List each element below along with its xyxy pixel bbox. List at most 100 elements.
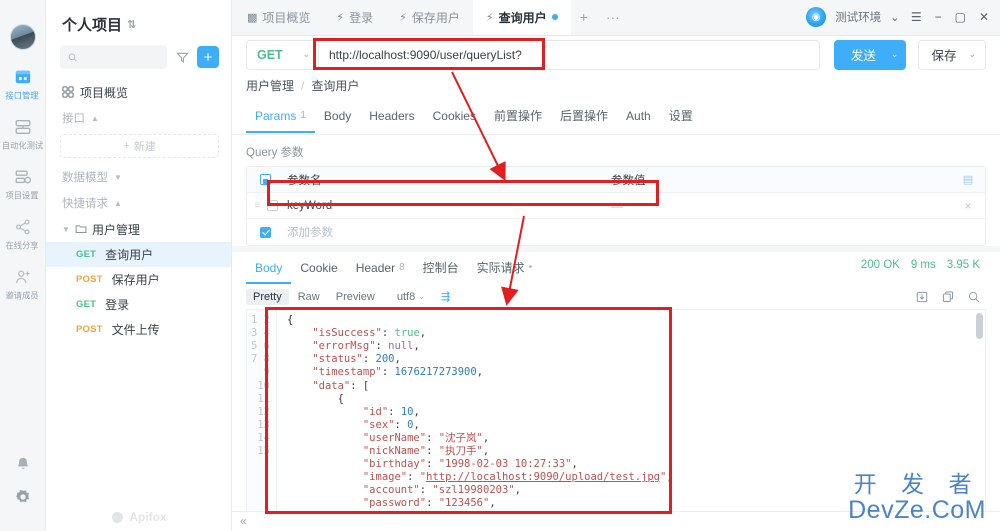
sidebar-api-save-user[interactable]: POST 保存用户	[46, 267, 231, 292]
save-button[interactable]: 保存 ⌄	[918, 39, 986, 70]
rail-item-automation-test[interactable]: 自动化测试	[0, 118, 46, 152]
footer-bar: «	[232, 510, 1000, 531]
delete-param-button[interactable]: ×	[951, 199, 985, 213]
response-tab-header[interactable]: Header 8	[347, 254, 414, 284]
search-input[interactable]	[82, 51, 159, 63]
filter-icon	[175, 52, 189, 63]
http-method-select[interactable]: GET ⌄	[246, 39, 318, 70]
bulk-edit-cell: ▤	[951, 173, 985, 186]
response-body-code[interactable]: 1 2 3 4 5 6 7 8 9 10 11 12 13 14 15 { "i…	[246, 309, 986, 511]
chevron-down-icon: ⌄	[302, 49, 310, 60]
table-row[interactable]: ≡ keyWord — ×	[247, 193, 985, 220]
send-label: 发送	[850, 49, 876, 64]
chevron-down-icon[interactable]: ⌄	[890, 10, 900, 24]
param-value-cell[interactable]: —	[603, 199, 951, 213]
add-param-placeholder[interactable]: 添加参数	[283, 224, 603, 240]
sidebar-folder-user-management[interactable]: ▼ 用户管理	[46, 216, 231, 242]
rail-item-api-management[interactable]: 接口管理	[0, 68, 46, 102]
chevron-down-icon: ▼	[114, 172, 122, 182]
tab-label: Params	[255, 108, 297, 123]
tab-settings[interactable]: 设置	[660, 100, 702, 134]
format-pretty[interactable]: Pretty	[246, 288, 289, 305]
send-button[interactable]: 发送 ⌄	[833, 39, 907, 70]
tab-more-button[interactable]: ···	[597, 0, 629, 35]
search-icon[interactable]	[968, 291, 980, 303]
tab-pre-operation[interactable]: 前置操作	[485, 100, 551, 134]
chevron-down-icon: ⌄	[418, 292, 425, 302]
format-preview[interactable]: Preview	[329, 289, 382, 305]
word-wrap-icon[interactable]: ⇶	[434, 288, 457, 305]
tab-save-user[interactable]: ⚡ 保存用户	[386, 0, 473, 35]
table-add-row[interactable]: 添加参数	[247, 219, 985, 245]
rail-item-notifications[interactable]	[0, 455, 46, 476]
folder-icon	[75, 225, 87, 234]
encoding-select[interactable]: utf8 ⌄	[390, 289, 432, 305]
environment-icon[interactable]: ◉	[806, 7, 827, 27]
tab-params[interactable]: Params 1	[246, 102, 315, 133]
add-row-checkbox[interactable]	[259, 226, 271, 238]
minimize-button[interactable]: −	[933, 10, 944, 24]
method-badge: GET	[76, 249, 97, 260]
tab-label: Body	[255, 260, 283, 275]
row-checkbox[interactable]	[266, 200, 278, 212]
response-time: 9 ms	[910, 259, 936, 272]
api-name: 保存用户	[111, 273, 160, 287]
sidebar-section-api[interactable]: 接口 ▲	[46, 105, 231, 131]
search-icon	[68, 53, 77, 61]
select-all-checkbox[interactable]	[259, 174, 271, 186]
json-code-content[interactable]: { "isSuccess": true, "errorMsg": null, "…	[277, 310, 985, 510]
rail-item-project-settings[interactable]: 项目设置	[0, 168, 46, 202]
tab-cookies[interactable]: Cookies	[424, 102, 485, 133]
drag-handle-icon[interactable]: ≡	[253, 200, 263, 211]
vertical-scrollbar[interactable]	[976, 313, 983, 340]
search-box[interactable]	[60, 45, 167, 69]
query-params-table: 参数名 参数值 ▤ ≡ keyWord — × 添加参数	[246, 166, 986, 247]
sidebar-section-data-model[interactable]: 数据模型 ▼	[46, 164, 231, 190]
rail-item-settings[interactable]	[0, 488, 46, 509]
format-raw[interactable]: Raw	[291, 289, 327, 305]
environment-name[interactable]: 测试环境	[835, 9, 881, 25]
download-icon[interactable]	[916, 291, 928, 303]
tab-post-operation[interactable]: 后置操作	[551, 100, 617, 134]
sidebar-item-project-overview[interactable]: 项目概览	[46, 79, 231, 105]
tab-project-overview[interactable]: ▩ 项目概览	[234, 0, 323, 35]
response-tab-cookie[interactable]: Cookie	[291, 254, 346, 284]
copy-icon[interactable]	[942, 291, 954, 303]
tab-label: Cookies	[432, 108, 476, 123]
hamburger-icon[interactable]: ☰	[909, 10, 924, 24]
bulk-edit-icon[interactable]: ▤	[963, 173, 973, 186]
tab-body[interactable]: Body	[315, 102, 360, 133]
tab-label: 查询用户	[498, 10, 547, 25]
tab-auth[interactable]: Auth	[617, 102, 660, 133]
response-tab-actual-request[interactable]: 实际请求 •	[468, 252, 542, 285]
response-tab-body[interactable]: Body	[246, 254, 292, 284]
tab-login[interactable]: ⚡ 登录	[323, 0, 386, 35]
breadcrumb-folder[interactable]: 用户管理	[246, 77, 294, 94]
sidebar-api-login[interactable]: GET 登录	[46, 292, 231, 317]
sidebar-section-quick-request[interactable]: 快捷请求 ▲	[46, 190, 231, 216]
tab-query-user[interactable]: ⚡ 查询用户	[472, 0, 571, 35]
rail-item-online-share[interactable]: 在线分享	[0, 218, 46, 252]
param-value-placeholder: —	[611, 198, 623, 213]
collapse-panel-button[interactable]: «	[240, 514, 247, 528]
maximize-button[interactable]: ▢	[953, 10, 968, 24]
rail-item-invite-member[interactable]: 邀请成员	[0, 268, 46, 302]
tab-headers[interactable]: Headers	[360, 102, 423, 133]
new-tab-button[interactable]: +	[571, 0, 597, 35]
param-name-cell[interactable]: keyWord	[283, 200, 603, 212]
encoding-label: utf8	[396, 290, 416, 303]
response-tab-console[interactable]: 控制台	[414, 252, 468, 285]
sidebar-api-query-user[interactable]: GET 查询用户	[46, 242, 231, 267]
close-button[interactable]: ✕	[977, 10, 991, 24]
sidebar-api-file-upload[interactable]: POST 文件上传	[46, 317, 231, 342]
url-input[interactable]	[318, 39, 820, 70]
filter-button[interactable]	[173, 48, 191, 66]
rail-label: 自动化测试	[1, 141, 44, 151]
bell-icon	[18, 457, 28, 469]
new-api-button[interactable]: + 新建	[60, 134, 219, 158]
add-api-button[interactable]: +	[197, 46, 219, 68]
avatar[interactable]	[9, 24, 36, 50]
sort-icon[interactable]: ⇅	[127, 18, 136, 31]
project-title-row[interactable]: 个人项目 ⇅	[46, 0, 231, 45]
settings-project-icon	[15, 170, 31, 184]
